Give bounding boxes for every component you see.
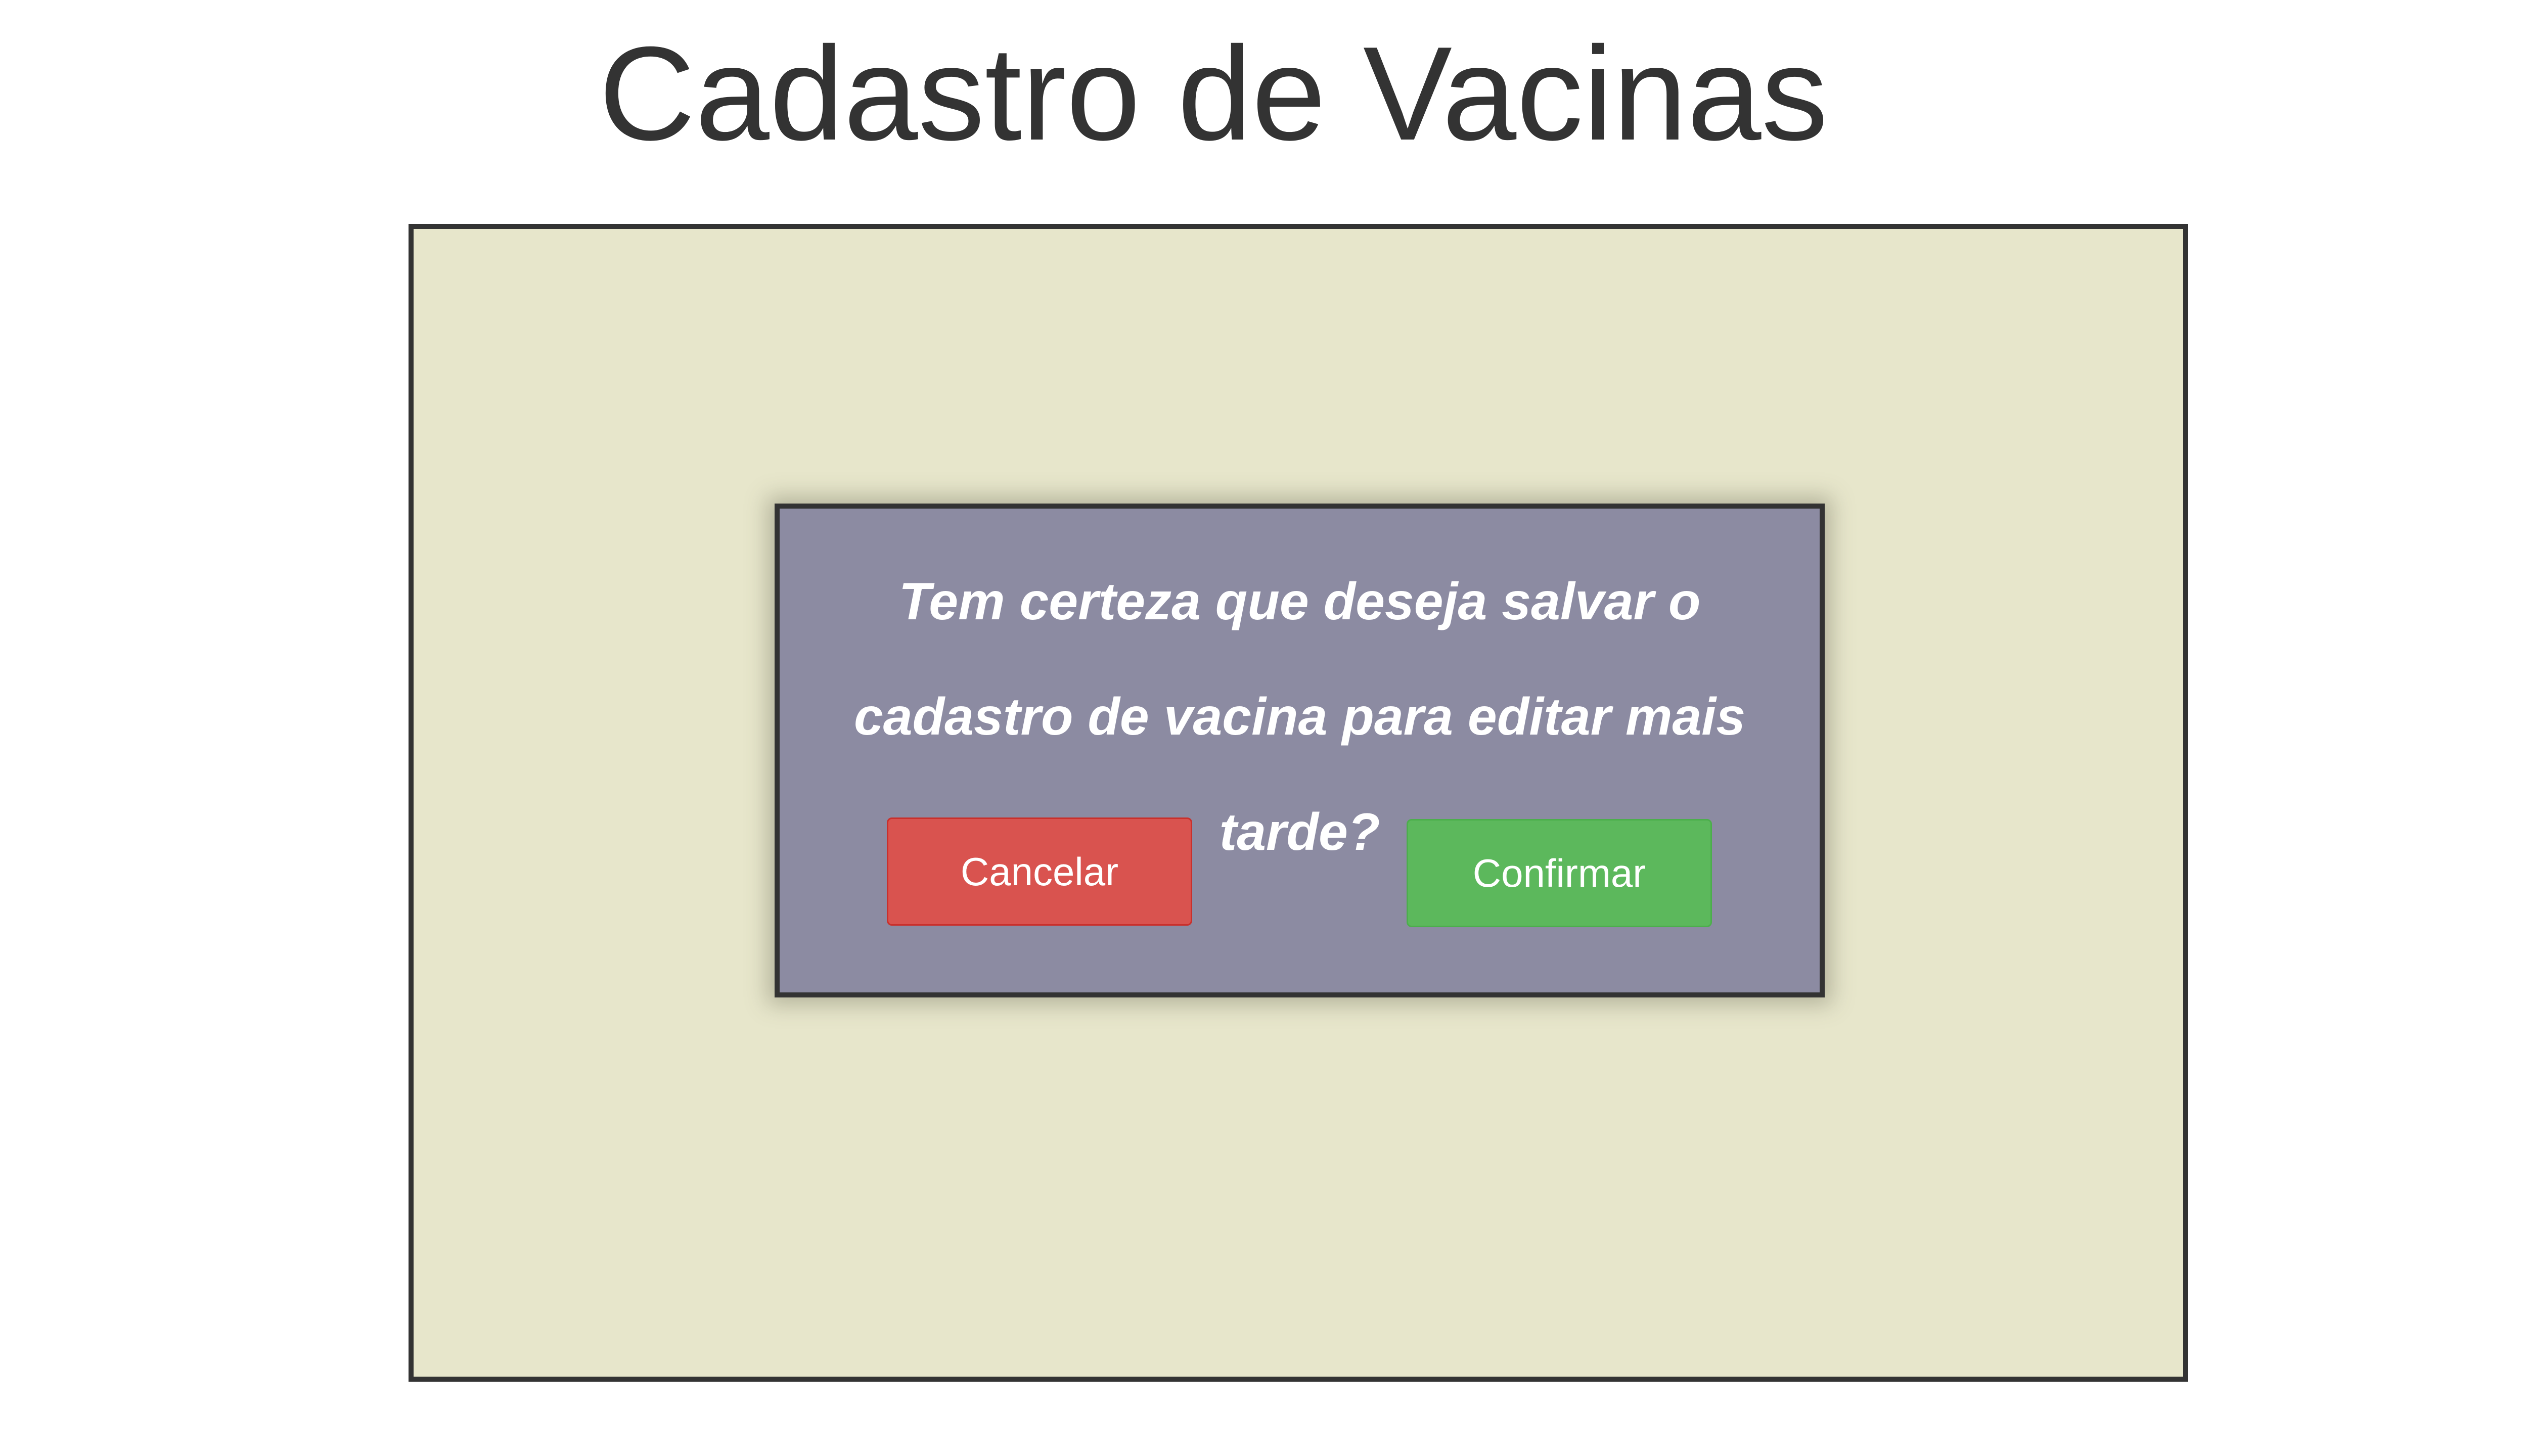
confirm-button[interactable]: Confirmar [1407, 819, 1712, 927]
cancel-button[interactable]: Cancelar [887, 817, 1192, 926]
confirm-dialog: Tem certeza que deseja salvar o cadastro… [775, 504, 1825, 997]
page-title: Cadastro de Vacinas [599, 19, 1828, 168]
